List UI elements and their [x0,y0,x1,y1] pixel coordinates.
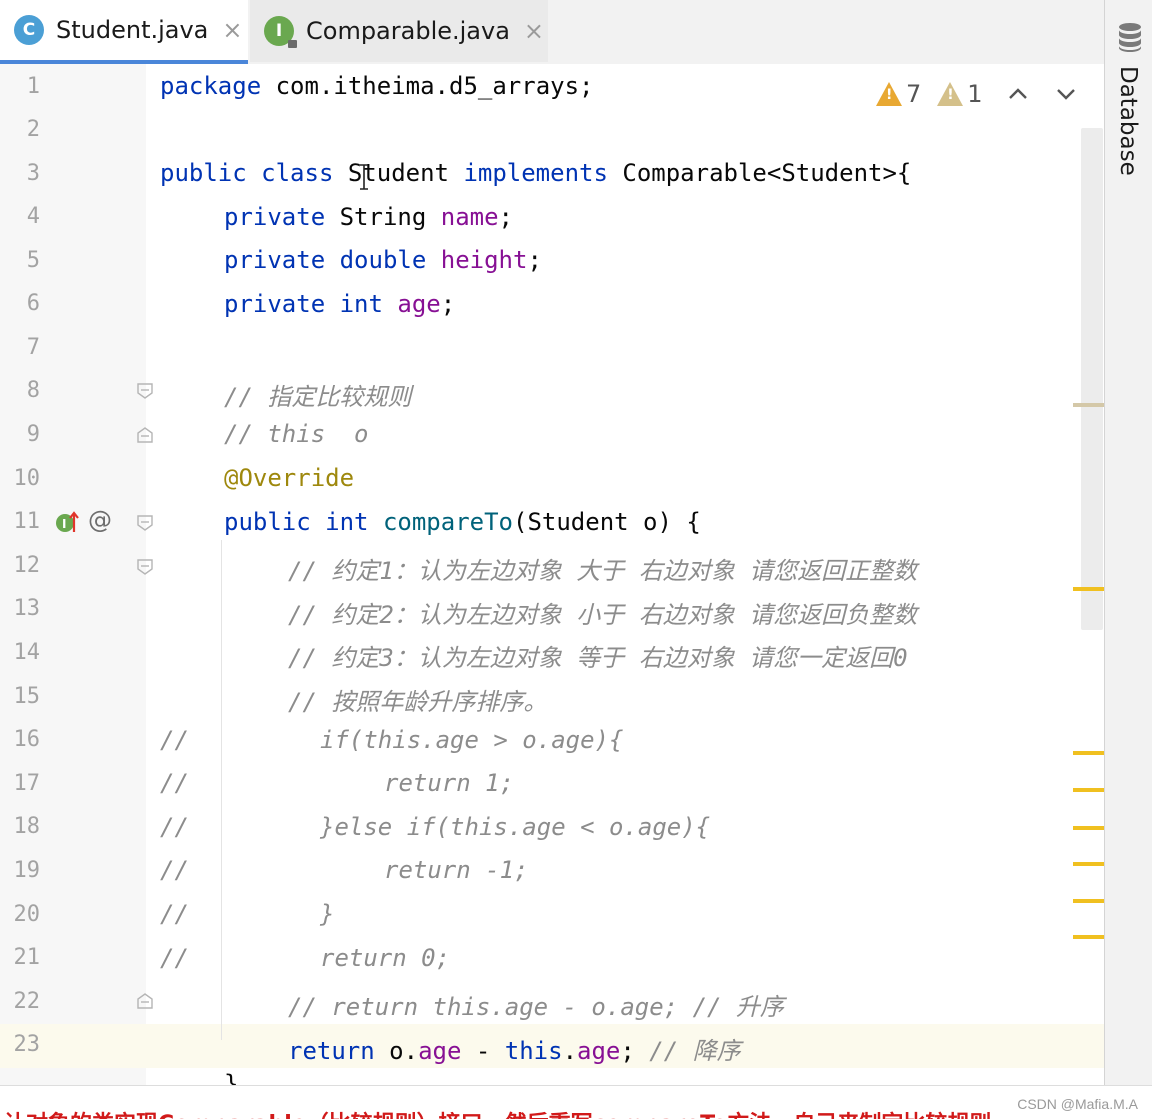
tab-comparable-java[interactable]: I Comparable.java × [250,0,548,62]
line-number[interactable]: 11 [0,509,41,534]
line-number[interactable]: 5 [0,248,40,273]
code-line-4: private String name; [224,203,513,231]
editor-tab-bar: C Student.java × I Comparable.java × [0,0,1104,65]
indent-guide [221,540,222,1040]
line-number[interactable]: 1 [0,74,40,99]
text-cursor-icon [360,164,368,190]
code-line-24-partial: } [224,1070,239,1085]
line-number[interactable]: 18 [0,814,41,839]
comment-marker: // [160,769,189,797]
line-number[interactable]: 10 [0,466,41,491]
code-line-14: // 约定3：认为左边对象 等于 右边对象 请您一定返回0 [288,644,908,672]
line-number[interactable]: 6 [0,291,40,316]
warning-count: 7 [906,80,922,108]
line-number[interactable]: 14 [0,640,41,665]
interface-icon: I [264,16,297,48]
code-line-9: // this o [224,420,369,448]
code-line-8: // 指定比较规则 [224,383,412,411]
inspection-widget[interactable]: ! 7 ! 1 [876,80,1077,108]
code-line-12: // 约定1：认为左边对象 大于 右边对象 请您返回正整数 [288,557,918,585]
code-line-15: // 按照年龄升序排序。 [288,688,548,716]
line-number[interactable]: 12 [0,553,41,578]
code-line-6: private int age; [224,290,456,318]
line-number[interactable]: 7 [0,335,40,360]
error-stripe-mark[interactable] [1073,862,1104,866]
code-line-20: } [320,900,335,928]
code-line-10: @Override [224,464,355,492]
close-icon[interactable]: × [524,17,544,45]
line-number[interactable]: 8 [0,378,40,403]
comment-marker: // [160,944,189,972]
tab-label: Comparable.java [306,17,510,45]
line-number[interactable]: 21 [0,945,41,970]
line-number[interactable]: 20 [0,902,41,927]
tab-label: Student.java [56,16,209,44]
error-stripe-mark[interactable] [1073,935,1104,939]
next-highlight-icon[interactable] [1055,87,1077,101]
warning-icon: ! [876,82,902,106]
error-stripe-mark[interactable] [1073,899,1104,903]
code-line-19: return -1; [384,856,529,884]
bottom-caption: 让对象的类实现Comparable（比较规则）接口，然后重写compareTo方… [0,1085,1152,1119]
watermark: CSDN @Mafia.M.A [1017,1096,1138,1112]
line-number[interactable]: 17 [0,771,41,796]
line-number[interactable]: 22 [0,989,41,1014]
code-line-22: // return this.age - o.age; // 升序 [288,993,784,1021]
line-number[interactable]: 9 [0,422,40,447]
code-line-5: private double height; [224,246,542,274]
svg-text:I: I [62,517,66,531]
line-number[interactable]: 19 [0,858,41,883]
error-stripe-mark[interactable] [1073,751,1104,755]
caption-text: 让对象的类实现Comparable（比较规则）接口，然后重写compareTo方… [4,1106,991,1119]
error-stripe-mark[interactable] [1073,826,1104,830]
tab-student-java[interactable]: C Student.java × [0,0,248,64]
line-number[interactable]: 23 [0,1032,41,1057]
code-line-13: // 约定2：认为左边对象 小于 右边对象 请您返回负整数 [288,601,918,629]
line-number[interactable]: 2 [0,117,40,142]
code-line-23: return o.age - this.age; // 降序 [288,1037,741,1065]
line-number[interactable]: 4 [0,204,40,229]
weak-warning-icon: ! [937,82,964,106]
line-number[interactable]: 16 [0,727,41,752]
code-line-16: if(this.age > o.age){ [320,726,624,754]
annotation-gutter-icon[interactable]: @ [88,506,112,534]
code-line-3: public class Student implements Comparab… [160,159,912,187]
line-number[interactable]: 15 [0,684,41,709]
previous-highlight-icon[interactable] [1007,87,1029,101]
weak-warning-count: 1 [967,80,983,108]
line-number[interactable]: 3 [0,161,40,186]
fold-icon[interactable] [136,514,154,532]
code-line-21: return 0; [320,944,451,972]
comment-marker: // [160,900,189,928]
close-icon[interactable]: × [222,16,242,44]
code-line-11: public int compareTo(Student o) { [224,508,701,536]
comment-marker: // [160,856,189,884]
comment-marker: // [160,813,189,841]
error-stripe-mark[interactable] [1073,788,1104,792]
fold-end-icon[interactable] [136,992,154,1010]
comment-marker: // [160,726,189,754]
error-stripe-mark[interactable] [1073,587,1104,591]
vertical-scrollbar[interactable] [1081,128,1103,630]
fold-icon[interactable] [136,382,154,400]
database-tool-label[interactable]: Database [1115,66,1141,176]
error-stripe-mark[interactable] [1073,403,1104,407]
implements-method-icon[interactable]: I [54,510,80,534]
right-tool-strip: Database [1104,0,1152,1085]
line-number[interactable]: 13 [0,596,41,621]
fold-icon[interactable] [136,558,154,576]
code-line-18: }else if(this.age < o.age){ [320,813,711,841]
lock-icon [288,40,297,48]
database-icon[interactable] [1117,22,1143,52]
code-line-17: return 1; [384,769,515,797]
class-icon: C [14,15,44,45]
code-line-1: package com.itheima.d5_arrays; [160,72,594,100]
fold-end-icon[interactable] [136,426,154,444]
